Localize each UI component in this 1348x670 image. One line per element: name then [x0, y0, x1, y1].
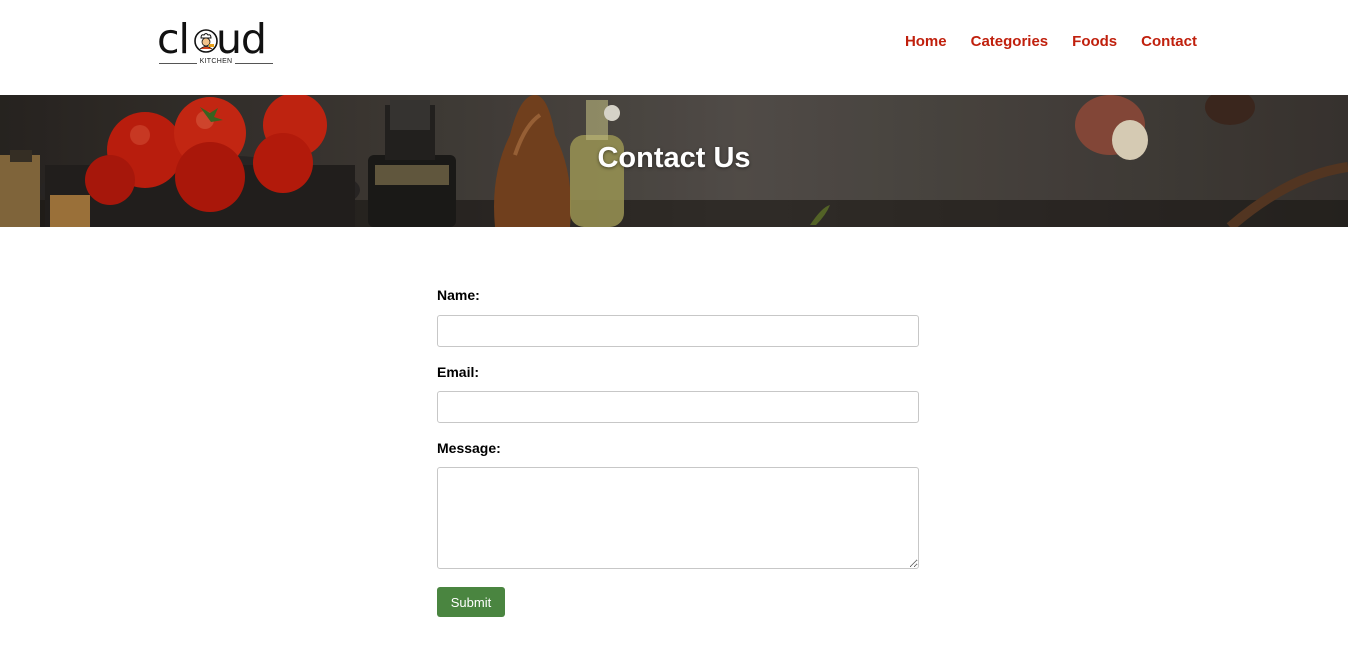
name-input[interactable]	[437, 315, 919, 347]
email-input[interactable]	[437, 391, 919, 423]
logo-subtitle: KITCHEN	[199, 58, 233, 65]
logo-rule-left	[159, 63, 197, 64]
nav-link-contact[interactable]: Contact	[1141, 33, 1197, 50]
nav-link-foods[interactable]: Foods	[1072, 33, 1117, 50]
cloud-kitchen-logo[interactable]: cl ud KITCHEN	[157, 15, 275, 70]
nav-link-categories[interactable]: Categories	[971, 33, 1049, 50]
nav-link-home[interactable]: Home	[905, 33, 947, 50]
submit-button[interactable]: Submit	[437, 587, 505, 617]
email-label: Email:	[437, 364, 480, 380]
main-nav: Home Categories Foods Contact	[905, 33, 1197, 50]
name-label: Name:	[437, 287, 480, 303]
page-title: Contact Us	[597, 142, 751, 174]
message-label: Message:	[437, 440, 501, 456]
logo-rule-right	[235, 63, 273, 64]
chef-icon	[194, 29, 218, 53]
site-header: cl ud KITCHEN Home Categories Foods Conta…	[0, 0, 1348, 95]
hero-banner: Contact Us	[0, 95, 1348, 227]
message-textarea[interactable]	[437, 467, 919, 569]
